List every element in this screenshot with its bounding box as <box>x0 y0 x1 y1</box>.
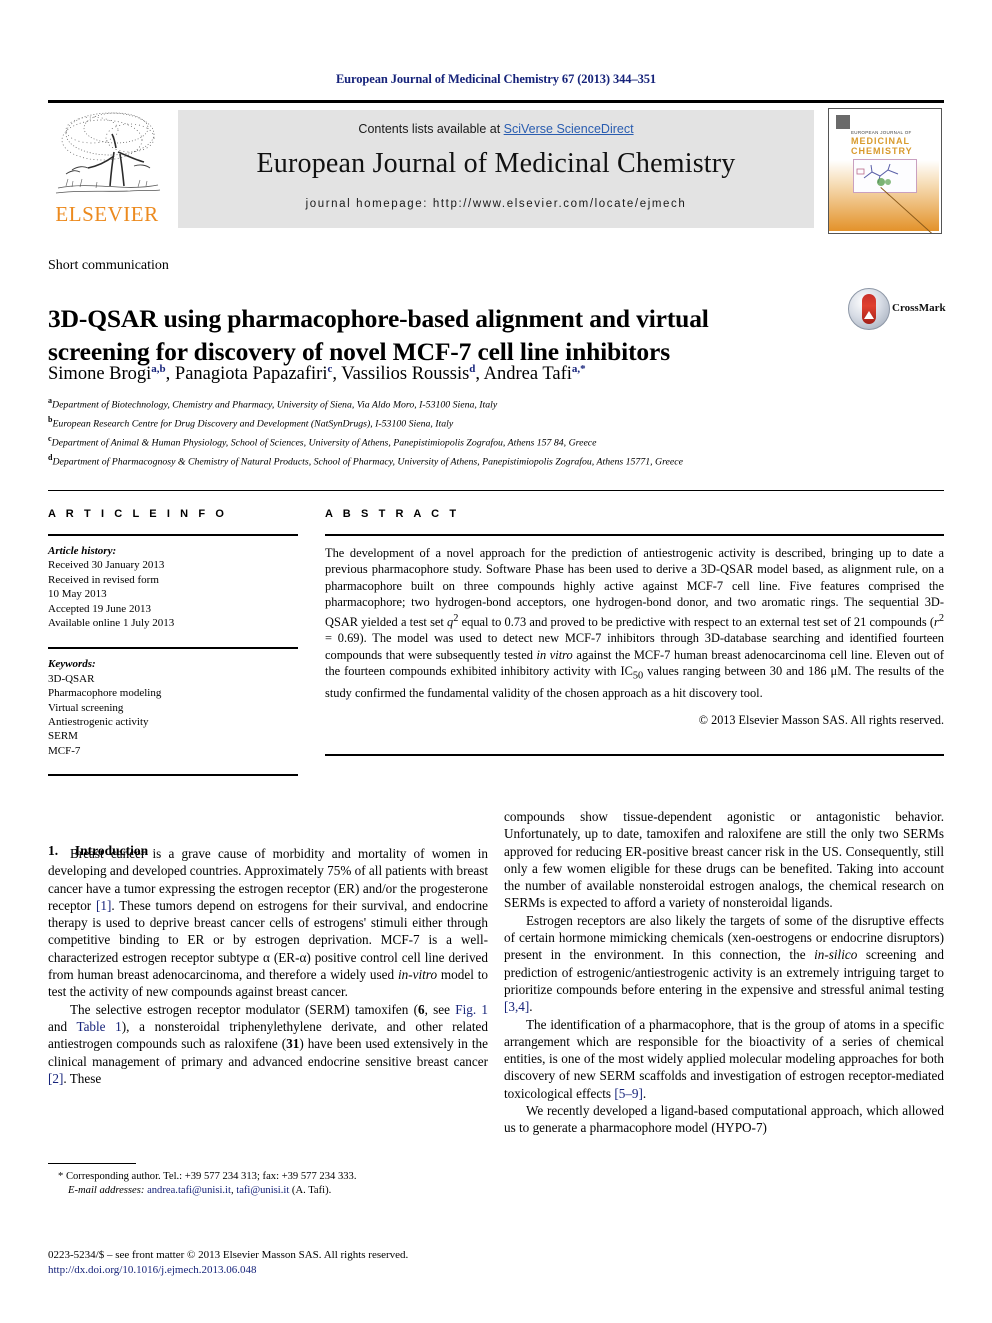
affiliation-text: European Research Centre for Drug Discov… <box>52 418 454 430</box>
article-type: Short communication <box>48 258 169 273</box>
crossmark-circle-icon <box>848 288 890 330</box>
keyword-item: Antiestrogenic activity <box>48 716 149 729</box>
crossmark-badge[interactable]: CrossMark <box>848 288 946 330</box>
article-history: Article history: Received 30 January 201… <box>48 544 298 630</box>
affiliation-item: dDepartment of Pharmacognosy & Chemistry… <box>48 451 878 470</box>
history-item: Accepted 19 June 2013 <box>48 602 151 615</box>
doi-link[interactable]: http://dx.doi.org/10.1016/j.ejmech.2013.… <box>48 1263 548 1278</box>
running-head: European Journal of Medicinal Chemistry … <box>335 72 657 86</box>
journal-cover-thumbnail: EUROPEAN JOURNAL OF MEDICINAL CHEMISTRY <box>828 108 942 234</box>
cover-society-line: EUROPEAN JOURNAL OF <box>851 130 912 135</box>
abstract-rule-top <box>325 534 944 536</box>
cover-society-icon <box>836 115 850 129</box>
imprint-block: 0223-5234/$ – see front matter © 2013 El… <box>48 1248 548 1278</box>
masthead-top-rule <box>48 100 944 103</box>
abstract-text: The development of a novel approach for … <box>325 546 945 700</box>
journal-homepage[interactable]: journal homepage: http://www.elsevier.co… <box>178 198 814 210</box>
paragraph: The selective estrogen receptor modulato… <box>48 1001 488 1086</box>
footnote-block: * Corresponding author. Tel.: +39 577 23… <box>48 1170 488 1198</box>
article-info-rule-1 <box>48 534 298 536</box>
elsevier-wordmark: ELSEVIER <box>55 202 159 226</box>
cover-molecule-svg <box>856 163 899 186</box>
contents-prefix: Contents lists available at <box>358 122 504 136</box>
corresponding-author-note: * Corresponding author. Tel.: +39 577 23… <box>58 1171 357 1182</box>
cover-gradient: EUROPEAN JOURNAL OF MEDICINAL CHEMISTRY <box>829 109 941 233</box>
cover-title-line2: CHEMISTRY <box>851 146 913 156</box>
keywords-block: Keywords: 3D-QSAR Pharmacophore modeling… <box>48 657 298 758</box>
crossmark-pill-shape <box>862 294 876 324</box>
history-item: Available online 1 July 2013 <box>48 617 175 630</box>
cover-molecule-figure <box>853 159 917 193</box>
history-item: 10 May 2013 <box>48 588 107 601</box>
paragraph: Breast cancer is a grave cause of morbid… <box>48 846 488 1000</box>
body-column-left: Breast cancer is a grave cause of morbid… <box>48 845 488 1087</box>
footnote-rule <box>48 1163 136 1164</box>
paragraph: The identification of a pharmacophore, t… <box>504 1016 944 1101</box>
article-info-rule-3 <box>48 774 298 777</box>
email-addresses-note[interactable]: E-mail addresses: andrea.tafi@unisi.it, … <box>48 1184 488 1198</box>
history-item: Received in revised form <box>48 573 159 586</box>
journal-title: European Journal of Medicinal Chemistry <box>256 148 736 179</box>
affiliation-text: Department of Biotechnology, Chemistry a… <box>52 399 498 411</box>
article-info-block: A R T I C L E I N F O Article history: R… <box>48 508 298 777</box>
article-history-label: Article history: <box>48 545 117 557</box>
keywords-label: Keywords: <box>48 658 96 671</box>
page-title: 3D-QSAR using pharmacophore-based alignm… <box>48 304 709 367</box>
paragraph: compounds show tissue-dependent agonisti… <box>504 809 944 911</box>
tree-drawing-svg <box>55 112 161 194</box>
keyword-item: MCF-7 <box>48 744 81 757</box>
abstract-rule-bottom <box>325 754 944 757</box>
affiliation-item: cDepartment of Animal & Human Physiology… <box>48 432 878 451</box>
keyword-item: Virtual screening <box>48 701 124 714</box>
history-item: Received 30 January 2013 <box>48 559 165 572</box>
journal-masthead: ELSEVIER Contents lists available at Sci… <box>48 100 944 234</box>
paragraph: Estrogen receptors are also likely the t… <box>504 912 944 1015</box>
author-list: Simone Brogia,b, Panagiota Papazafiric, … <box>48 363 586 385</box>
abstract-block: A B S T R A C T The development of a nov… <box>325 508 945 757</box>
keyword-item: SERM <box>48 730 78 743</box>
affiliation-item: aDepartment of Biotechnology, Chemistry … <box>48 394 878 413</box>
crossmark-label: CrossMark <box>892 302 946 314</box>
elsevier-tree-icon <box>52 108 162 200</box>
abstract-copyright: © 2013 Elsevier Masson SAS. All rights r… <box>698 713 944 728</box>
cover-title-line1: MEDICINAL <box>851 136 910 146</box>
cover-diagonal-line <box>840 187 941 233</box>
paper-page: European Journal of Medicinal Chemistry … <box>0 0 992 1323</box>
issn-copyright-line: 0223-5234/$ – see front matter © 2013 El… <box>48 1249 409 1261</box>
article-info-heading: A R T I C L E I N F O <box>48 508 228 520</box>
body-column-right: compounds show tissue-dependent agonisti… <box>504 808 944 1137</box>
info-block-top-rule <box>48 490 944 491</box>
journal-band: Contents lists available at SciVerse Sci… <box>178 110 814 228</box>
contents-list-line: Contents lists available at SciVerse Sci… <box>178 122 814 136</box>
crossmark-arrow-icon <box>864 311 874 319</box>
paragraph: We recently developed a ligand-based com… <box>504 1103 944 1136</box>
abstract-heading: A B S T R A C T <box>325 508 460 520</box>
affiliation-text: Department of Animal & Human Physiology,… <box>51 436 597 448</box>
keyword-item: Pharmacophore modeling <box>48 687 162 700</box>
affiliation-text: Department of Pharmacognosy & Chemistry … <box>52 455 683 467</box>
affiliation-list: aDepartment of Biotechnology, Chemistry … <box>48 394 878 469</box>
affiliation-item: bEuropean Research Centre for Drug Disco… <box>48 413 878 432</box>
article-info-rule-2 <box>48 647 298 650</box>
keyword-item: 3D-QSAR <box>48 672 95 685</box>
sciencedirect-link[interactable]: SciVerse ScienceDirect <box>504 122 634 136</box>
elsevier-logo: ELSEVIER <box>48 108 166 228</box>
